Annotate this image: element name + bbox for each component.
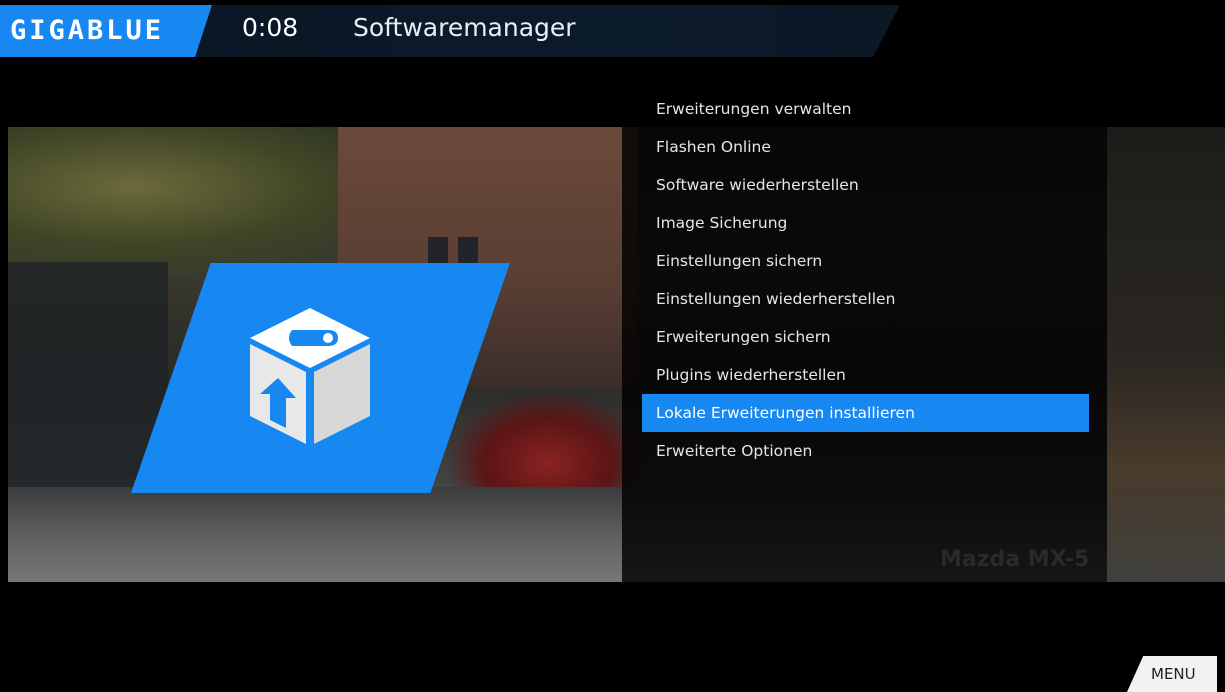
page-title: Softwaremanager bbox=[353, 13, 576, 42]
menu-item-flashen-online[interactable]: Flashen Online bbox=[642, 128, 1089, 166]
gigablue-logo: GIGABLUE bbox=[0, 5, 212, 57]
menu-item-einstellungen-sichern[interactable]: Einstellungen sichern bbox=[642, 242, 1089, 280]
header-bar: GIGABLUE 0:08 Softwaremanager bbox=[0, 0, 1225, 58]
menu-item-einstellungen-wiederherstellen[interactable]: Einstellungen wiederherstellen bbox=[642, 280, 1089, 318]
menu-item-erweiterungen-verwalten[interactable]: Erweiterungen verwalten bbox=[642, 90, 1089, 128]
menu-item-erweiterungen-sichern[interactable]: Erweiterungen sichern bbox=[642, 318, 1089, 356]
menu-key-label: MENU bbox=[1151, 665, 1196, 683]
menu-item-plugins-wiederherstellen[interactable]: Plugins wiederherstellen bbox=[642, 356, 1089, 394]
video-watermark: Mazda MX-5 bbox=[940, 547, 1090, 572]
menu-item-lokale-erweiterungen-installieren[interactable]: Lokale Erweiterungen installieren bbox=[642, 394, 1089, 432]
background-video-right bbox=[1107, 127, 1225, 582]
clock: 0:08 bbox=[242, 13, 299, 42]
menu-item-erweiterte-optionen[interactable]: Erweiterte Optionen bbox=[642, 432, 1089, 470]
scene-window bbox=[458, 237, 478, 265]
software-package-cube-icon bbox=[250, 308, 370, 444]
menu-item-software-wiederherstellen[interactable]: Software wiederherstellen bbox=[642, 166, 1089, 204]
scene-window bbox=[428, 237, 448, 265]
logo-text: GIGABLUE bbox=[10, 15, 165, 46]
menu-item-image-sicherung[interactable]: Image Sicherung bbox=[642, 204, 1089, 242]
software-manager-menu: Erweiterungen verwalten Flashen Online S… bbox=[642, 90, 1089, 470]
